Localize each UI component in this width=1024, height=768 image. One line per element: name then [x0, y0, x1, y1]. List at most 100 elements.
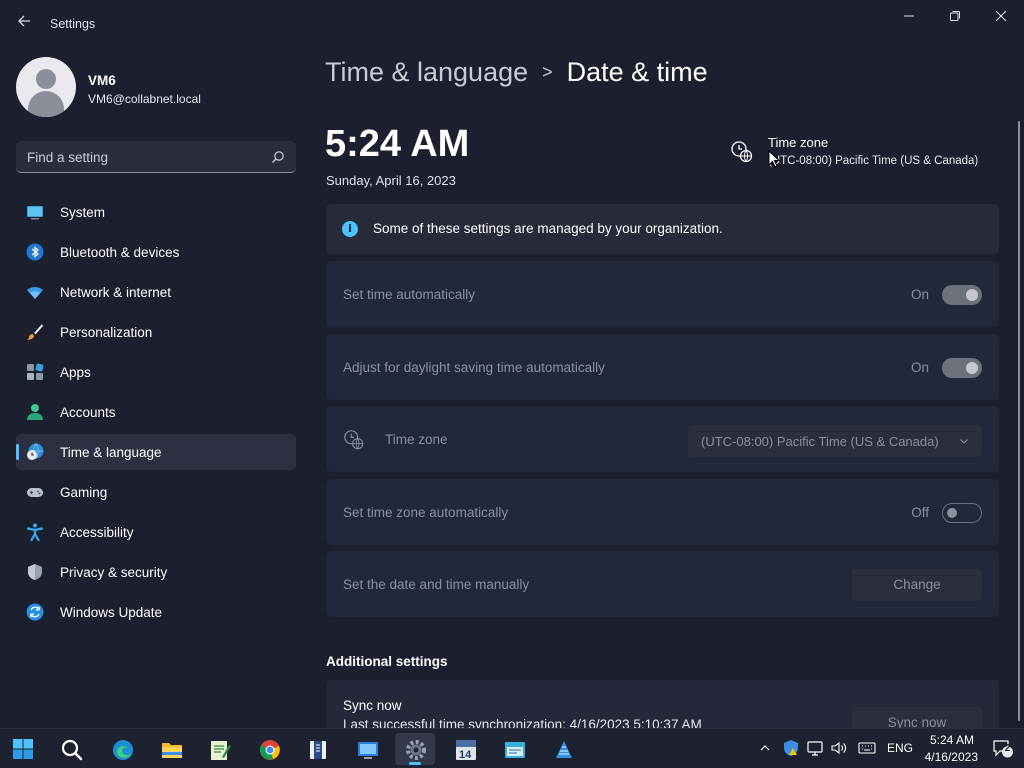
app-icon: [505, 742, 525, 758]
taskbar-app[interactable]: [494, 733, 534, 765]
time-zone-label: Time zone: [385, 432, 448, 447]
minimize-button[interactable]: [886, 4, 932, 28]
sidebar-item-network[interactable]: Network & internet: [16, 274, 296, 310]
minimize-icon: [904, 15, 914, 17]
info-banner: i Some of these settings are managed by …: [326, 204, 999, 254]
taskbar-file-explorer[interactable]: [151, 733, 191, 765]
edge-icon: [113, 740, 133, 760]
set-time-automatically-state: On: [910, 287, 929, 302]
taskbar-search-button[interactable]: [51, 733, 91, 765]
chrome-icon: [259, 740, 280, 760]
show-hidden-icons-button[interactable]: [758, 741, 772, 768]
user-profile[interactable]: VM6 VM6@collabnet.local: [16, 57, 296, 117]
input-language-indicator[interactable]: ENG: [887, 741, 913, 768]
taskbar-vmware[interactable]: 14: [445, 733, 485, 765]
search-input[interactable]: Find a setting: [16, 141, 296, 173]
sidebar-item-privacy[interactable]: Privacy & security: [16, 554, 296, 590]
daylight-saving-state: On: [910, 360, 929, 375]
sidebar-item-personalization[interactable]: Personalization: [16, 314, 296, 350]
sidebar-item-accessibility[interactable]: Accessibility: [16, 514, 296, 550]
keyboard-icon: [858, 742, 876, 754]
sidebar-item-windows-update[interactable]: Windows Update: [16, 594, 296, 630]
vmware-workstation-icon: 14: [456, 740, 476, 761]
apps-icon: [27, 363, 44, 380]
daylight-saving-label: Adjust for daylight saving time automati…: [343, 360, 605, 375]
taskbar-settings[interactable]: [395, 733, 435, 765]
sidebar-item-label: Personalization: [60, 325, 153, 340]
sidebar-item-gaming[interactable]: Gaming: [16, 474, 296, 510]
sidebar-item-label: Windows Update: [60, 605, 163, 620]
taskbar-app[interactable]: [543, 733, 583, 765]
app-title: Settings: [50, 17, 96, 31]
taskbar-notepad[interactable]: [199, 733, 239, 765]
sidebar-item-accounts[interactable]: Accounts: [16, 394, 296, 430]
start-button[interactable]: [3, 733, 43, 765]
back-button[interactable]: [10, 10, 38, 38]
daylight-saving-toggle[interactable]: [942, 358, 982, 378]
svg-text:14: 14: [459, 749, 472, 761]
shield-icon: [28, 564, 42, 580]
last-sync-text: Last successful time synchronization: 4/…: [343, 717, 702, 728]
sidebar-item-label: Privacy & security: [60, 565, 168, 580]
sidebar-item-apps[interactable]: Apps: [16, 354, 296, 390]
brush-icon: [27, 324, 43, 340]
gamepad-icon: [27, 488, 43, 497]
close-button[interactable]: [978, 4, 1024, 28]
time-zone-value: (UTC-08:00) Pacific Time (US & Canada): [768, 155, 979, 167]
tray-network[interactable]: [806, 739, 824, 768]
tray-volume[interactable]: [830, 739, 848, 768]
sidebar-item-time-language[interactable]: Time & language: [16, 434, 296, 470]
taskbar-edge[interactable]: [102, 733, 142, 765]
taskbar-clock-time[interactable]: 5:24 AM: [926, 733, 974, 747]
set-date-time-manually-label: Set the date and time manually: [343, 577, 530, 592]
current-date: Sunday, April 16, 2023: [326, 173, 456, 188]
sync-now-button[interactable]: Sync now: [852, 707, 982, 728]
set-time-zone-automatically-toggle[interactable]: [942, 503, 982, 523]
file-explorer-icon: [162, 743, 182, 758]
sidebar-nav: System Bluetooth & devices Network & int…: [16, 194, 296, 634]
sidebar-item-label: System: [60, 205, 106, 220]
set-time-zone-automatically-row: Set time zone automatically Off: [326, 479, 999, 545]
time-zone-dropdown[interactable]: (UTC-08:00) Pacific Time (US & Canada): [688, 425, 982, 457]
sidebar-item-label: Time & language: [60, 445, 162, 460]
set-date-time-manually-row: Set the date and time manually Change: [326, 551, 999, 617]
sidebar-item-label: Gaming: [60, 485, 108, 500]
time-zone-selected: (UTC-08:00) Pacific Time (US & Canada): [701, 434, 939, 449]
clock-globe-icon: [344, 430, 364, 450]
sidebar-item-label: Network & internet: [60, 285, 172, 300]
clock-globe-icon: [731, 141, 753, 163]
tray-keyboard[interactable]: [858, 740, 876, 768]
set-time-automatically-row: Set time automatically On: [326, 261, 999, 327]
app-icon: [556, 741, 572, 758]
taskbar-app[interactable]: [297, 733, 337, 765]
tray-defender[interactable]: [782, 739, 800, 768]
set-time-zone-automatically-state: Off: [911, 505, 929, 520]
system-icon: [27, 206, 43, 220]
clock-globe-icon: [27, 443, 44, 460]
close-icon: [995, 10, 1007, 22]
restore-button[interactable]: [932, 4, 978, 28]
update-icon: [26, 603, 44, 621]
time-zone-title: Time zone: [768, 135, 829, 150]
scrollbar[interactable]: [1018, 121, 1020, 721]
change-button[interactable]: Change: [852, 569, 982, 601]
taskbar-remote-desktop[interactable]: [347, 733, 387, 765]
profile-name: VM6: [88, 73, 116, 88]
additional-settings-heading: Additional settings: [326, 654, 448, 669]
time-zone-row: Time zone (UTC-08:00) Pacific Time (US &…: [326, 406, 999, 472]
notification-center-button[interactable]: 2: [992, 739, 1014, 768]
set-time-automatically-toggle[interactable]: [942, 285, 982, 305]
sync-now-title: Sync now: [343, 698, 402, 713]
taskbar-chrome[interactable]: [249, 733, 289, 765]
search-icon: [272, 151, 284, 163]
sidebar-item-label: Accounts: [60, 405, 116, 420]
sidebar-item-bluetooth[interactable]: Bluetooth & devices: [16, 234, 296, 270]
app-icon: [310, 741, 326, 759]
sidebar-item-label: Apps: [60, 365, 91, 380]
chevron-up-icon: [760, 745, 770, 751]
breadcrumb-parent[interactable]: Time & language: [325, 57, 528, 87]
info-icon: i: [342, 221, 358, 237]
sidebar-item-system[interactable]: System: [16, 194, 296, 230]
taskbar-clock-date[interactable]: 4/16/2023: [922, 750, 978, 764]
daylight-saving-row: Adjust for daylight saving time automati…: [326, 334, 999, 400]
